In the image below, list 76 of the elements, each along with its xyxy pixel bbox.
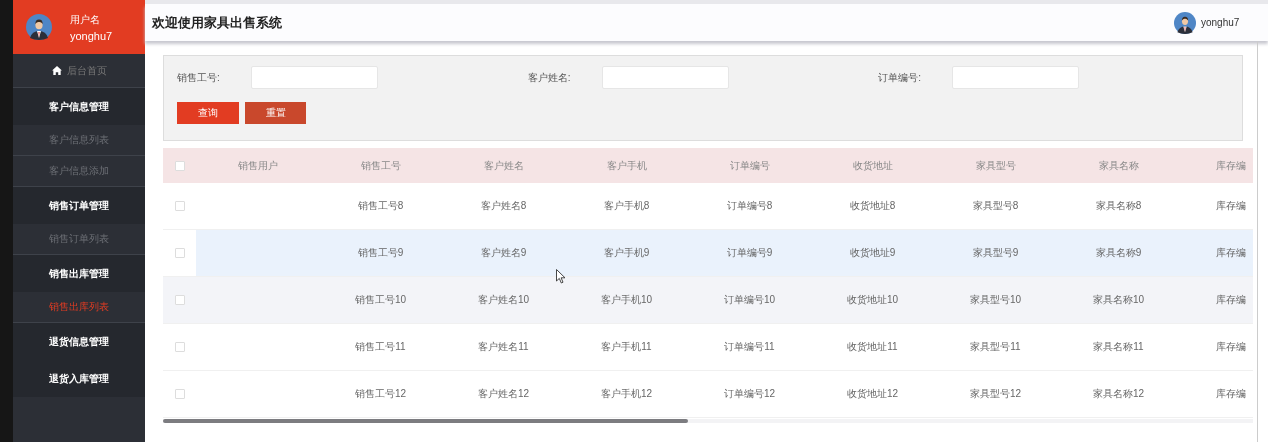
table-cell: 库存编 [1216, 294, 1246, 305]
table-cell: 家具型号9 [972, 247, 1019, 258]
table-cell: 家具名称8 [1095, 200, 1142, 211]
column-header: 收货地址 [851, 158, 894, 173]
table-cell: 客户手机11 [601, 341, 652, 352]
field-label: 客户姓名: [527, 70, 572, 85]
column-header: 库存编 [1215, 158, 1247, 173]
table-cell: 客户姓名8 [480, 200, 527, 211]
table-cell: 订单编号10 [723, 294, 776, 305]
table-cell: 库存编 [1216, 341, 1246, 352]
table-cell: 订单编号12 [723, 388, 776, 399]
table-cell: 客户手机9 [603, 247, 650, 258]
table-cell: 销售工号9 [357, 247, 404, 258]
table-cell: 收货地址10 [846, 294, 899, 305]
checkbox[interactable] [174, 342, 185, 352]
table-cell: 销售工号8 [357, 200, 404, 211]
table-cell: 库存编 [1216, 388, 1246, 399]
column-header: 家具型号 [974, 158, 1017, 173]
menu-group[interactable]: 退货信息管理 [13, 323, 145, 360]
table-cell: 家具名称10 [1092, 294, 1145, 305]
checkbox[interactable] [174, 389, 185, 399]
table-cell: 客户手机8 [603, 200, 650, 211]
checkbox[interactable] [174, 248, 185, 258]
column-header: 客户手机 [605, 158, 648, 173]
checkbox[interactable] [174, 201, 185, 211]
table-cell: 家具型号12 [969, 388, 1022, 399]
home-icon [51, 66, 62, 75]
table-cell: 库存编 [1216, 200, 1246, 211]
checkbox[interactable] [174, 295, 185, 305]
table-cell: 收货地址8 [849, 200, 896, 211]
user-name: yonghu7 [70, 29, 113, 42]
menu-group[interactable]: 退货入库管理 [13, 360, 145, 397]
avatar-icon [26, 14, 52, 40]
table-cell: 家具名称9 [1095, 247, 1142, 258]
table-cell: 订单编号8 [726, 200, 773, 211]
column-header: 客户姓名 [482, 158, 525, 173]
checkbox[interactable] [174, 160, 185, 171]
menu-group[interactable]: 销售订单管理 [13, 187, 145, 224]
column-header: 销售用户 [236, 158, 279, 173]
table-cell: 库存编 [1216, 247, 1246, 258]
table-cell: 收货地址12 [846, 388, 899, 399]
table-cell: 销售工号10 [354, 294, 407, 305]
reset-button[interactable]: 重置 [245, 102, 306, 124]
menu-group[interactable]: 销售出库管理 [13, 255, 145, 292]
avatar-icon [1174, 11, 1196, 34]
table-cell: 客户手机10 [600, 294, 653, 305]
table-cell: 客户姓名11 [478, 341, 529, 352]
search-button[interactable]: 查询 [177, 102, 239, 124]
user-label: 用户名 [70, 12, 101, 27]
table-cell: 订单编号11 [724, 341, 775, 352]
table-cell: 客户姓名10 [477, 294, 530, 305]
column-header: 销售工号 [359, 158, 402, 173]
input-field[interactable] [601, 66, 729, 89]
page-title: 欢迎使用家具出售系统 [152, 13, 282, 32]
menu-group[interactable]: 客户信息管理 [13, 88, 145, 125]
table-cell: 销售工号12 [354, 388, 407, 399]
column-header: 订单编号 [728, 158, 771, 173]
table-cell: 家具名称11 [1093, 341, 1144, 352]
table-cell: 收货地址9 [849, 247, 896, 258]
table-cell: 收货地址11 [847, 341, 898, 352]
table-cell: 家具型号10 [969, 294, 1022, 305]
table-cell: 家具型号11 [970, 341, 1021, 352]
table-cell: 销售工号11 [355, 341, 406, 352]
table-cell: 客户姓名9 [480, 247, 527, 258]
user-name: yonghu7 [1201, 17, 1240, 28]
column-header: 家具名称 [1097, 158, 1140, 173]
scrollbar[interactable] [163, 419, 688, 423]
input-field[interactable] [952, 66, 1080, 89]
table-cell: 家具名称12 [1092, 388, 1145, 399]
table-cell: 客户手机12 [600, 388, 653, 399]
table-cell: 家具型号8 [972, 200, 1019, 211]
input-field[interactable] [251, 66, 378, 89]
field-label: 订单编号: [878, 70, 923, 85]
field-label: 销售工号: [177, 70, 221, 85]
table-cell: 订单编号9 [726, 247, 773, 258]
table-cell: 客户姓名12 [477, 388, 530, 399]
